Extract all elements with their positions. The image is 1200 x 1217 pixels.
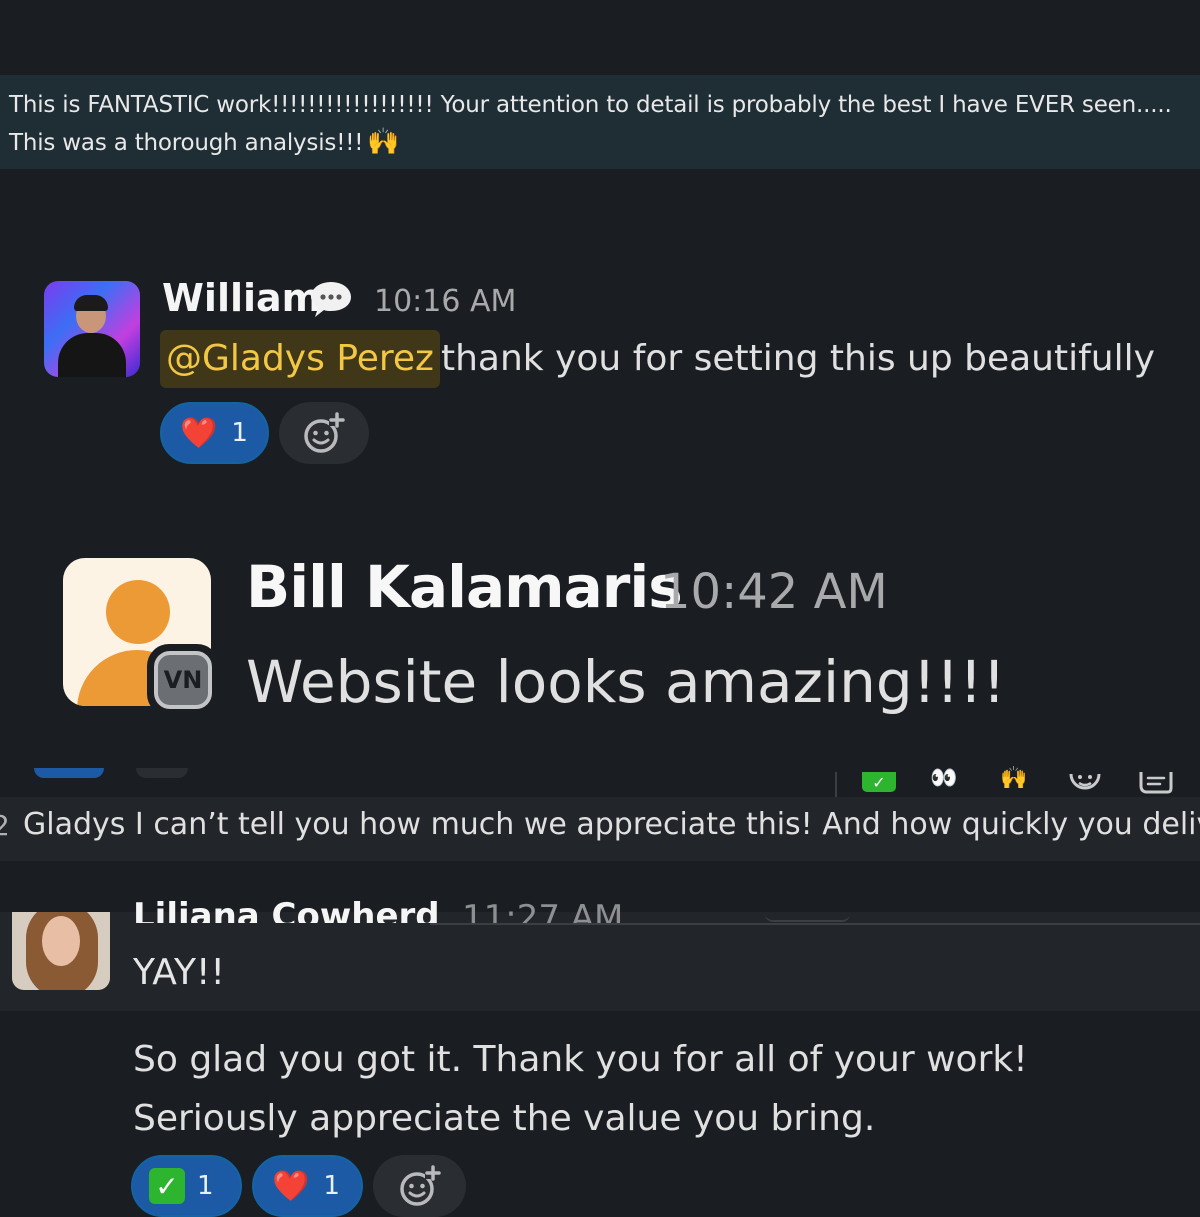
add-reaction-fragment[interactable] bbox=[136, 768, 188, 778]
message-text-william: thank you for setting this up beautifull… bbox=[441, 338, 1155, 379]
divider-tab bbox=[765, 912, 850, 922]
raised-hands-emoji: 🙌 bbox=[367, 127, 400, 157]
avatar-figure-hair bbox=[74, 295, 108, 311]
vn-badge: VN bbox=[147, 644, 219, 716]
reaction-count: 1 bbox=[197, 1171, 214, 1201]
heart-emoji: ❤️ bbox=[272, 1168, 310, 1204]
cut-off-glyph: 2 bbox=[0, 809, 10, 842]
sender-name-liliana[interactable]: Liliana Cowherd bbox=[133, 890, 440, 923]
reply-thread-icon[interactable] bbox=[1138, 772, 1174, 796]
check-mark-emoji: ✓ bbox=[149, 1168, 185, 1204]
divider bbox=[430, 923, 1200, 925]
timestamp-william[interactable]: 10:16 AM bbox=[374, 284, 516, 319]
message-row-appreciate: 2 Gladys I can’t tell you how much we ap… bbox=[0, 797, 1200, 861]
sender-name-bill[interactable]: Bill Kalamaris bbox=[246, 553, 683, 621]
user-mention[interactable]: @Gladys Perez bbox=[160, 330, 440, 388]
check-mark-icon[interactable]: ✓ bbox=[862, 772, 896, 792]
vn-badge-label: VN bbox=[154, 651, 212, 709]
avatar-face bbox=[42, 916, 80, 966]
add-reaction-button[interactable] bbox=[279, 402, 369, 464]
timestamp-liliana[interactable]: 11:27 AM bbox=[462, 892, 623, 923]
timestamp-bill[interactable]: 10:42 AM bbox=[660, 564, 888, 620]
add-reaction-icon bbox=[304, 412, 345, 453]
add-reaction-icon bbox=[399, 1165, 441, 1206]
speech-bubble-icon bbox=[311, 282, 351, 317]
sender-name-william[interactable]: William bbox=[162, 276, 321, 320]
reaction-heart[interactable]: ❤️ 1 bbox=[252, 1155, 363, 1217]
message-text-glad: So glad you got it. Thank you for all of… bbox=[133, 1039, 1028, 1139]
highlighted-message-text: This is FANTASTIC work!!!!!!!!!!!!!!!!!!… bbox=[9, 92, 1172, 156]
avatar-william[interactable] bbox=[44, 281, 140, 377]
avatar-placeholder-head bbox=[106, 580, 170, 644]
reaction-heart[interactable]: ❤️ 1 bbox=[160, 402, 269, 464]
message-text-appreciate: Gladys I can’t tell you how much we appr… bbox=[23, 807, 1200, 842]
add-reaction-button[interactable] bbox=[373, 1155, 466, 1217]
message-text-bill: Website looks amazing!!!! bbox=[246, 648, 1006, 716]
raised-hands-icon[interactable]: 🙌 bbox=[1000, 766, 1027, 794]
reaction-count: 1 bbox=[231, 418, 248, 448]
eyes-icon[interactable]: 👀 bbox=[930, 766, 957, 792]
avatar-liliana[interactable] bbox=[12, 912, 110, 990]
reaction-count: 1 bbox=[323, 1171, 340, 1201]
message-text-yay: YAY!! bbox=[133, 952, 225, 993]
heart-emoji: ❤️ bbox=[180, 415, 218, 451]
avatar-figure-body bbox=[58, 333, 126, 377]
add-reaction-icon[interactable] bbox=[1068, 772, 1102, 796]
highlighted-message: This is FANTASTIC work!!!!!!!!!!!!!!!!!!… bbox=[0, 75, 1200, 169]
reaction-pill-fragment[interactable] bbox=[34, 768, 104, 778]
reaction-check[interactable]: ✓ 1 bbox=[131, 1155, 242, 1217]
